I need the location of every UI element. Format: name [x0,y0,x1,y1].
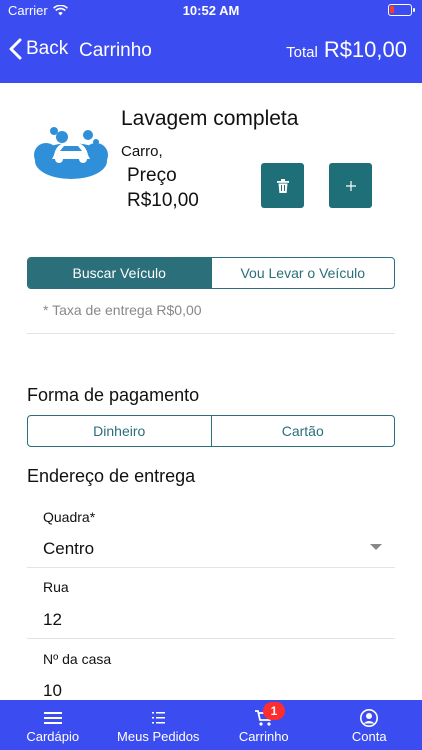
tab-label: Conta [351,729,387,744]
product-name: Lavagem completa [121,107,299,130]
status-bar: Carrier 10:52 AM [0,0,422,21]
tab-carrinho[interactable]: Carrinho 1 [211,700,317,750]
tab-label: Meus Pedidos [117,729,200,744]
price-label: Preço [127,165,177,186]
option-bring-vehicle[interactable]: Vou Levar o Veículo [210,258,395,288]
clock: 10:52 AM [182,3,240,18]
payment-toggle: Dinheiro Cartão [27,415,395,447]
menu-icon [43,712,62,724]
battery-icon [388,4,415,16]
house-number-input[interactable]: 10 [43,681,62,700]
page-title: Carrinho [79,40,152,61]
delete-button[interactable] [261,163,304,208]
tab-label: Carrinho [238,729,289,744]
quadra-select[interactable]: Centro [43,539,94,559]
tab-label: Cardápio [26,729,80,744]
divider [27,638,395,639]
option-pickup-vehicle[interactable]: Buscar Veículo [28,258,211,288]
dropdown-caret-icon[interactable] [370,544,382,550]
cart-content[interactable]: Lavagem completa Carro, Preço R$10,00 Bu… [0,83,422,700]
delivery-fee: * Taxa de entrega R$0,00 [43,302,202,318]
divider [27,567,395,568]
chevron-left-icon [9,38,22,60]
list-icon [152,712,166,724]
trash-icon [276,178,289,193]
tab-cardapio[interactable]: Cardápio [0,700,106,750]
product-vehicle: Carro, [121,143,163,160]
delivery-toggle: Buscar Veículo Vou Levar o Veículo [27,257,395,289]
tab-meus-pedidos[interactable]: Meus Pedidos [106,700,212,750]
tab-bar: Cardápio Meus Pedidos Carrinho 1 Conta [0,700,422,750]
divider [27,333,395,334]
house-number-label: Nº da casa [43,651,112,667]
option-cash[interactable]: Dinheiro [28,416,211,446]
add-button[interactable] [329,163,372,208]
rua-label: Rua [43,579,69,595]
address-title: Endereço de entrega [27,466,196,486]
account-icon [360,709,379,727]
rua-input[interactable]: 12 [43,610,62,630]
option-card[interactable]: Cartão [210,416,395,446]
back-label: Back [26,38,69,59]
back-button[interactable]: Back [8,38,68,60]
tab-conta[interactable]: Conta [317,700,422,750]
total-value: R$10,00 [323,37,407,62]
nav-bar: Back Carrinho Total R$10,00 [0,21,422,83]
payment-title: Forma de pagamento [27,385,200,405]
cart-count-badge: 1 [263,702,285,720]
product-price: R$10,00 [127,190,199,211]
cart-total: Total R$10,00 [286,37,407,63]
plus-icon [345,180,356,191]
quadra-label: Quadra* [43,509,96,525]
car-wash-icon [34,127,108,179]
total-label: Total [286,44,318,61]
